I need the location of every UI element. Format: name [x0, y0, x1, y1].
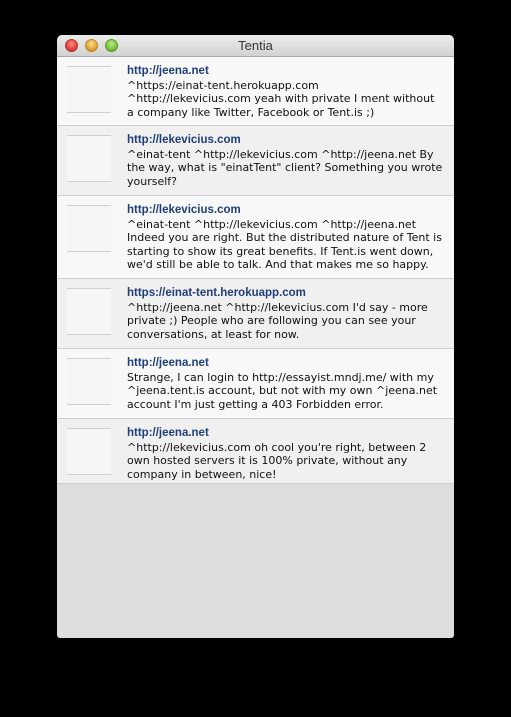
post-item: http://lekevicius.com ^einat-tent ^http:… — [57, 126, 454, 196]
avatar[interactable] — [67, 358, 111, 405]
avatar[interactable] — [67, 205, 111, 252]
avatar[interactable] — [67, 288, 111, 335]
post-author-link[interactable]: http://jeena.net — [127, 357, 444, 370]
post-author-link[interactable]: https://einat-tent.herokuapp.com — [127, 287, 444, 300]
timeline: http://jeena.net ^https://einat-tent.her… — [57, 57, 454, 484]
post-text: ^https://einat-tent.herokuapp.com ^http:… — [127, 79, 435, 119]
app-window: Tentia http://jeena.net ^https://einat-t… — [57, 35, 454, 638]
post-author-link[interactable]: http://lekevicius.com — [127, 134, 444, 147]
post-text: ^einat-tent ^http://lekevicius.com ^http… — [127, 148, 443, 188]
post-item: http://jeena.net ^https://einat-tent.her… — [57, 57, 454, 126]
avatar[interactable] — [67, 428, 111, 475]
post-author-link[interactable]: http://lekevicius.com — [127, 204, 444, 217]
avatar[interactable] — [67, 135, 111, 182]
post-item: http://lekevicius.com ^einat-tent ^http:… — [57, 196, 454, 279]
post-author-link[interactable]: http://jeena.net — [127, 427, 444, 440]
post-text: Strange, I can login to http://essayist.… — [127, 371, 438, 411]
title-bar[interactable]: Tentia — [57, 35, 454, 57]
post-item: http://jeena.net ^http://lekevicius.com … — [57, 419, 454, 484]
post-text: ^http://lekevicius.com oh cool you're ri… — [127, 441, 427, 481]
window-title: Tentia — [238, 38, 273, 53]
post-item: https://einat-tent.herokuapp.com ^http:/… — [57, 279, 454, 349]
avatar[interactable] — [67, 66, 111, 113]
post-text: ^einat-tent ^http://lekevicius.com ^http… — [127, 218, 442, 272]
post-author-link[interactable]: http://jeena.net — [127, 65, 444, 78]
post-item: http://jeena.net Strange, I can login to… — [57, 349, 454, 419]
post-text: ^http://jeena.net ^http://lekevicius.com… — [127, 301, 428, 341]
